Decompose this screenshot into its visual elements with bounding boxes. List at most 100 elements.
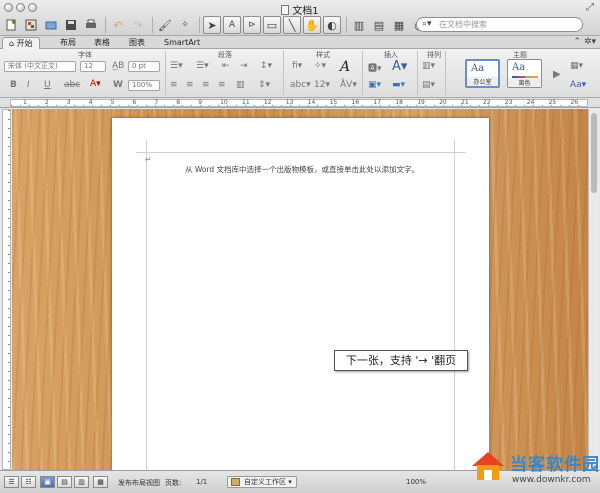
char-spacing-icon[interactable]: A̲B	[112, 61, 124, 71]
redo-button[interactable]: ↷	[129, 16, 147, 34]
notebook-view-button[interactable]: ▥	[74, 476, 89, 488]
print-button[interactable]	[82, 16, 100, 34]
media-button[interactable]: ◐	[323, 16, 341, 34]
paragraph-spacing-icon[interactable]: ⇕▾	[258, 80, 270, 90]
ruler-number: 13	[285, 99, 294, 106]
numbering-style-icon[interactable]: 12▾	[314, 80, 330, 90]
pan-button[interactable]: ✋	[303, 16, 321, 34]
font-style-icon[interactable]: fi▾	[292, 61, 302, 71]
ribbon-controls[interactable]: ⌃ ✲▾	[574, 37, 596, 47]
line-spacing-icon[interactable]: ↕▾	[260, 61, 272, 71]
insert-picture-icon[interactable]: ▣▾	[368, 80, 381, 90]
align-left-icon[interactable]: ≡	[170, 80, 178, 90]
open-button[interactable]	[42, 16, 60, 34]
char-scale-icon[interactable]: W	[113, 80, 123, 90]
ruler-number: 6	[132, 99, 137, 106]
decrease-indent-icon[interactable]: ⇤	[222, 61, 230, 71]
group-separator	[165, 51, 166, 95]
insert-shape-icon[interactable]: ▬▾	[392, 80, 405, 90]
draft-view-button[interactable]: ☰	[4, 476, 19, 488]
expand-icon[interactable]: ⤢	[586, 2, 594, 13]
ruler-number: 24	[526, 99, 535, 106]
line-button[interactable]: ╲	[283, 16, 301, 34]
save-button[interactable]	[62, 16, 80, 34]
text-case-icon[interactable]: abc▾	[290, 80, 311, 90]
theme-colors-icon[interactable]: ▦▾	[570, 61, 583, 71]
tab-charts[interactable]: 图表	[123, 37, 151, 49]
underline-icon[interactable]: U	[44, 80, 51, 90]
media-browser-button[interactable]: ▦	[390, 16, 408, 34]
select-tool-button[interactable]: ➤	[203, 16, 221, 34]
horizontal-ruler[interactable]: 1 2 3 4 5 6 7 8 9 10 11 12 13 14 15 16 17 18 19 20 21 22 23 24 2…	[0, 98, 600, 108]
placeholder-text[interactable]: 从 Word 文档库中选择一个出版物模板，或直接单击此处以添加文字。	[152, 164, 452, 175]
font-size-select[interactable]: 12	[80, 61, 106, 72]
spacing-input[interactable]: 0 pt	[128, 61, 160, 72]
ruler-number: 23	[504, 99, 513, 106]
theme-preview-aa: Aa	[512, 62, 526, 73]
folder-icon	[45, 21, 57, 30]
toolbox-panel-button[interactable]: ▤	[370, 16, 388, 34]
columns-icon[interactable]: ▥	[236, 80, 245, 90]
theme-second[interactable]: Aa 离色	[507, 59, 542, 88]
arrange-icon[interactable]: ▥▾	[422, 61, 435, 71]
undo-button[interactable]: ↶	[109, 16, 127, 34]
print-layout-view-button[interactable]: ▤	[57, 476, 72, 488]
wordart-icon[interactable]: A▾	[392, 59, 407, 74]
toolbar-separator	[152, 17, 153, 33]
zoom-input[interactable]: 100%	[128, 80, 160, 91]
toolbox-button[interactable]: ✧	[176, 16, 194, 34]
scrollbar-thumb[interactable]	[591, 113, 597, 193]
theme-office[interactable]: Aa 办公室	[465, 59, 500, 88]
outline-view-button[interactable]: ☷	[21, 476, 36, 488]
vertical-ruler[interactable]	[2, 109, 11, 470]
theme-fonts-icon[interactable]: Aa▾	[570, 80, 586, 90]
document-page[interactable]: ↵ 从 Word 文档库中选择一个出版物模板，或直接单击此处以添加文字。	[112, 118, 489, 478]
justify-icon[interactable]: ≡	[218, 80, 226, 90]
font-color-icon[interactable]: A▾	[90, 79, 101, 89]
margin-guide	[454, 140, 455, 470]
toolbar-separator	[105, 17, 106, 33]
full-screen-view-button[interactable]: ▦	[93, 476, 108, 488]
gallery-button[interactable]	[22, 16, 40, 34]
numbering-icon[interactable]: ☰▾	[196, 61, 209, 71]
search-input[interactable]: ⌕▾ 在文档中搜索	[416, 17, 583, 32]
full-screen-icon: ▦	[97, 478, 104, 486]
align-center-icon[interactable]: ≡	[186, 80, 194, 90]
tab-smartart[interactable]: SmartArt	[158, 37, 206, 49]
text-style-icon[interactable]: A	[340, 59, 350, 75]
tab-layout[interactable]: 布局	[54, 37, 82, 49]
ruler-number: 25	[548, 99, 557, 106]
increase-indent-icon[interactable]: ⇥	[240, 61, 248, 71]
sidebar-button[interactable]: ▥	[350, 16, 368, 34]
new-document-button[interactable]	[2, 16, 20, 34]
wand-icon: ✧	[181, 20, 189, 30]
workspace-select[interactable]: 自定义工作区 ▾	[227, 476, 297, 488]
tab-home[interactable]: ⌂ 开始	[2, 37, 40, 49]
kerning-icon[interactable]: ÅV▾	[340, 80, 357, 90]
title-bar: 文档1 ⤢ ↶ ↷ 🖌 ✧ ➤ A ⊳ ▭ ╲ ✋ ◐ ▥ ▤ ▦ ◎ ? ⌕▾…	[0, 0, 600, 36]
bold-icon[interactable]: B	[10, 80, 17, 90]
draft-view-icon: ☰	[8, 478, 15, 486]
insert-text-box-icon[interactable]: 🅰▾	[368, 61, 382, 74]
strikethrough-icon[interactable]: abc	[64, 80, 80, 90]
gallery-icon	[25, 19, 37, 31]
tab-tables[interactable]: 表格	[88, 37, 116, 49]
text-effects-icon[interactable]: ✧▾	[314, 61, 326, 71]
bullets-icon[interactable]: ☰▾	[170, 61, 183, 71]
zoom-level[interactable]: 100%	[406, 478, 426, 486]
hand-icon: ✋	[305, 18, 319, 32]
publishing-layout-view-button[interactable]: ▣	[40, 476, 55, 488]
next-theme-icon[interactable]: ▶	[553, 69, 561, 80]
toolbar-separator	[346, 17, 347, 33]
ruler-number: 15	[329, 99, 338, 106]
wrap-text-icon[interactable]: ▤▾	[422, 80, 435, 90]
ruler-number: 14	[307, 99, 316, 106]
align-right-icon[interactable]: ≡	[202, 80, 210, 90]
shape-button[interactable]: ▭	[263, 16, 281, 34]
font-name-select[interactable]: 宋体 (中文正文)	[4, 61, 76, 72]
link-text-box-button[interactable]: ⊳	[243, 16, 261, 34]
text-box-button[interactable]: A	[223, 16, 241, 34]
vertical-scrollbar[interactable]	[588, 109, 599, 470]
italic-icon[interactable]: I	[27, 80, 30, 90]
format-painter-button[interactable]: 🖌	[156, 16, 174, 34]
